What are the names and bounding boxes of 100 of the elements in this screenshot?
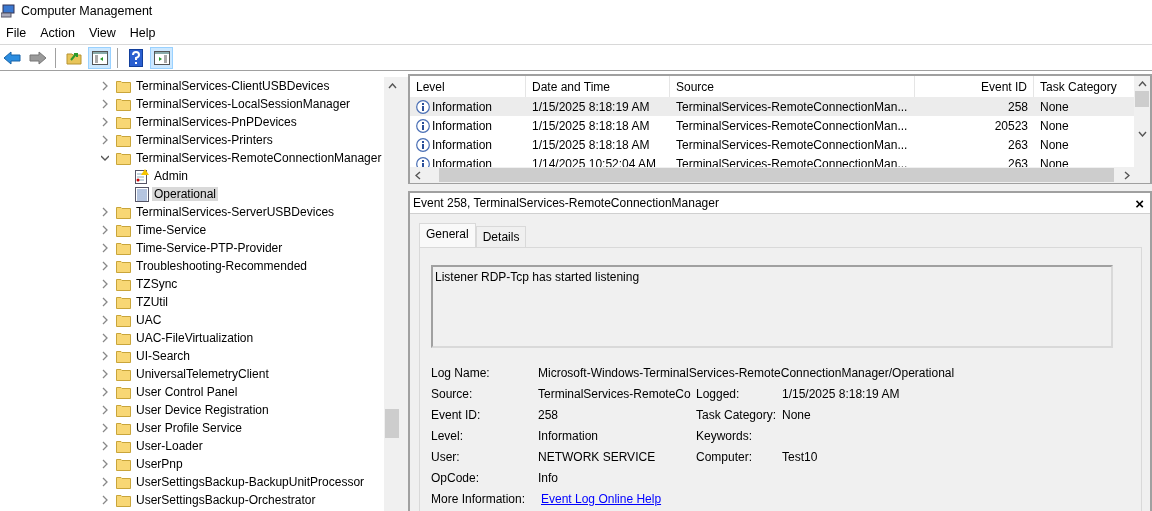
close-button[interactable]: × [1135, 194, 1144, 212]
expand-chevron-icon[interactable] [101, 369, 109, 379]
expand-chevron-icon[interactable] [101, 99, 109, 109]
expand-chevron-icon[interactable] [101, 405, 109, 415]
table-cell-text: None [1039, 155, 1070, 167]
folder-icon [116, 79, 131, 93]
scroll-left-icon [415, 170, 421, 180]
console-tree-icon [91, 50, 108, 65]
tree-item[interactable]: TerminalServices-Printers [134, 133, 275, 147]
tree-item[interactable]: User-Loader [134, 439, 205, 453]
expand-chevron-icon[interactable] [101, 423, 109, 433]
folder-icon [116, 421, 131, 435]
tree-item[interactable]: UniversalTelemetryClient [134, 367, 271, 381]
tab[interactable]: Details [475, 226, 527, 247]
tree-item[interactable]: TerminalServices-LocalSessionManager [134, 97, 353, 111]
expand-chevron-icon[interactable] [101, 117, 109, 127]
expand-chevron-icon[interactable] [101, 225, 109, 235]
scroll-thumb[interactable] [385, 409, 399, 438]
show-action-pane-button[interactable] [150, 46, 173, 69]
menu-item[interactable]: File [0, 24, 33, 42]
tree-item[interactable]: Time-Service [134, 223, 209, 237]
tree-item[interactable]: TZSync [134, 277, 180, 291]
expand-chevron-icon[interactable] [101, 261, 109, 271]
folder-icon [116, 475, 131, 489]
tree-item[interactable]: UAC-FileVirtualization [134, 331, 256, 345]
field-label: Computer: [696, 449, 754, 464]
horizontal-scrollbar[interactable] [410, 167, 1150, 183]
menu-item[interactable]: View [82, 24, 122, 42]
scroll-thumb[interactable] [439, 168, 1114, 182]
folder-icon [116, 133, 131, 147]
expand-chevron-icon[interactable] [101, 243, 109, 253]
tree-item[interactable]: Troubleshooting-Recommended [134, 259, 309, 273]
tree-item[interactable]: User Profile Service [134, 421, 245, 435]
event-title: Event 258, TerminalServices-RemoteConnectionManager [413, 196, 719, 210]
menu-item[interactable]: Help [123, 24, 162, 42]
tree-item[interactable]: UserSettingsBackup-BackupUnitProcessor [134, 475, 367, 489]
table-cell: Information [410, 116, 526, 135]
tree-item[interactable]: TerminalServices-ServerUSBDevices [134, 205, 337, 219]
expand-chevron-icon[interactable] [101, 135, 109, 145]
field-label: User: [431, 449, 461, 464]
expand-chevron-icon[interactable] [101, 387, 109, 397]
tree-item[interactable]: TerminalServices-PnPDevices [134, 115, 299, 129]
expand-chevron-icon[interactable] [101, 351, 109, 361]
info-icon [416, 156, 430, 167]
table-cell: Information [410, 135, 526, 154]
table-cell: Information [410, 97, 526, 116]
tree-item[interactable]: UserPnp [134, 457, 185, 471]
tab[interactable]: General [419, 223, 476, 247]
table-cell-text: 1/15/2025 8:18:18 AM [531, 136, 651, 154]
expand-chevron-icon[interactable] [101, 81, 109, 91]
table-cell: Information [410, 154, 526, 167]
field-value: None [782, 407, 812, 422]
tree-item[interactable]: Operational [152, 187, 219, 201]
expand-chevron-icon[interactable] [101, 459, 109, 469]
info-icon [416, 137, 430, 152]
tree-item[interactable]: TZUtil [134, 295, 170, 309]
back-arrow-icon [2, 50, 21, 65]
tree-item[interactable]: User Device Registration [134, 403, 271, 417]
expand-chevron-icon[interactable] [101, 333, 109, 343]
scroll-right-icon [1124, 170, 1130, 180]
event-row[interactable]: Information 1/15/2025 8:18:19 AM TerminalServices-RemoteConnectionMan... 258 None [410, 97, 1134, 116]
folder-icon [116, 385, 131, 399]
help-icon [128, 48, 143, 67]
tree-scrollbar[interactable] [384, 77, 400, 511]
table-cell-text: None [1039, 117, 1070, 135]
collapse-chevron-icon[interactable] [101, 153, 109, 163]
table-cell-text: 263 [1006, 155, 1029, 167]
table-cell-text: None [1039, 98, 1070, 116]
field-label: Source: [431, 386, 474, 401]
table-cell-text: 1/14/2025 10:52:04 AM [531, 155, 658, 167]
expand-chevron-icon[interactable] [101, 315, 109, 325]
expand-chevron-icon[interactable] [101, 297, 109, 307]
expand-chevron-icon[interactable] [101, 441, 109, 451]
tree-item[interactable]: TerminalServices-RemoteConnectionManager [134, 151, 384, 165]
help-link[interactable]: Event Log Online Help [541, 491, 696, 506]
folder-icon [116, 205, 131, 219]
expand-chevron-icon[interactable] [101, 477, 109, 487]
expand-chevron-icon[interactable] [101, 207, 109, 217]
expand-chevron-icon[interactable] [101, 279, 109, 289]
menu-item[interactable]: Action [34, 24, 81, 42]
table-cell-text: TerminalServices-RemoteConnectionMan... [675, 155, 909, 167]
field-label: More Information: [431, 491, 527, 506]
field-label: Task Category: [696, 407, 778, 422]
show-tree-button[interactable] [88, 46, 111, 69]
tree-item[interactable]: UI-Search [134, 349, 193, 363]
folder-up-icon [65, 50, 82, 65]
tree-item[interactable]: UserSettingsBackup-Orchestrator [134, 493, 318, 507]
tree-item[interactable]: UAC [134, 313, 164, 327]
list-scrollbar[interactable] [1134, 76, 1150, 167]
tree-item[interactable]: Time-Service-PTP-Provider [134, 241, 285, 255]
expand-chevron-icon[interactable] [101, 495, 109, 505]
tree-item[interactable]: User Control Panel [134, 385, 240, 399]
field-label: OpCode: [431, 470, 481, 485]
tree-item[interactable]: TerminalServices-ClientUSBDevices [134, 79, 332, 93]
tree-item[interactable]: Admin [152, 169, 190, 183]
field-value: Test10 [782, 449, 819, 464]
scroll-thumb[interactable] [1135, 91, 1149, 107]
field-value: TerminalServices-RemoteCo [538, 386, 692, 401]
folder-icon [116, 331, 131, 345]
scroll-down-icon [1137, 131, 1147, 137]
